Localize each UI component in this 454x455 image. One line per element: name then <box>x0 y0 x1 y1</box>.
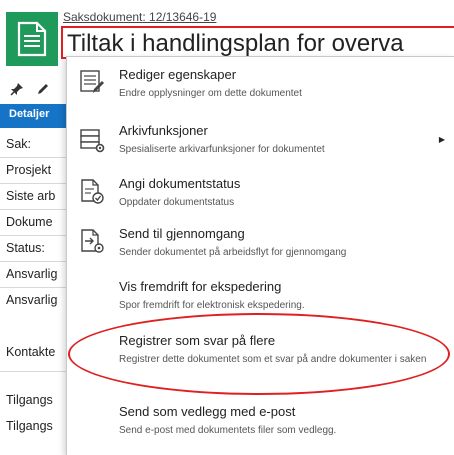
document-title-box: Tiltak i handlingsplan for overva <box>61 26 454 59</box>
field-label-responsible-1: Ansvarlig <box>0 262 66 288</box>
archive-functions-icon <box>79 127 105 153</box>
menu-item-description: Sender dokumentet på arbeidsflyt for gje… <box>119 247 347 258</box>
menu-item-description: Send e-post med dokumentets filer som ve… <box>119 425 337 436</box>
field-label-project: Prosjekt <box>0 158 66 184</box>
document-icon <box>6 12 58 66</box>
menu-item-description: Oppdater dokumentstatus <box>119 197 235 208</box>
menu-item-label: Registrer som svar på flere <box>119 333 276 348</box>
field-label-status: Status: <box>0 236 66 262</box>
document-title: Tiltak i handlingsplan for overva <box>67 30 404 57</box>
menu-item-description: Spesialiserte arkivarfunksjoner for doku… <box>119 144 325 155</box>
pin-icon[interactable] <box>10 82 24 99</box>
field-label-last-work: Siste arb <box>0 184 66 210</box>
context-menu: Rediger egenskaper Endre opplysninger om… <box>66 56 454 455</box>
field-label-contacts: Kontakte <box>0 332 66 372</box>
menu-item-send-for-review[interactable]: Send til gjennomgang Sender dokumentet p… <box>67 224 454 268</box>
menu-item-description: Registrer dette dokumentet som et svar p… <box>119 354 427 365</box>
field-label-document: Dokume <box>0 210 66 236</box>
document-toolbar <box>10 80 65 100</box>
field-label-case: Sak: <box>0 132 66 158</box>
field-label-responsible-2: Ansvarlig <box>6 293 58 307</box>
menu-item-set-document-status[interactable]: Angi dokumentstatus Oppdater dokumentsta… <box>67 174 454 218</box>
menu-item-label: Send som vedlegg med e-post <box>119 404 296 419</box>
menu-item-edit-properties[interactable]: Rediger egenskaper Endre opplysninger om… <box>67 65 454 109</box>
menu-item-label: Vis fremdrift for ekspedering <box>119 279 282 294</box>
edit-properties-icon <box>79 69 105 95</box>
menu-item-label: Angi dokumentstatus <box>119 176 241 191</box>
field-label-access-1: Tilgangs <box>6 393 53 407</box>
tab-underline <box>0 126 66 128</box>
document-number[interactable]: Saksdokument: 12/13646-19 <box>63 10 216 24</box>
menu-item-send-as-email-attachment[interactable]: Send som vedlegg med e-post Send e-post … <box>67 402 454 446</box>
menu-item-label: Rediger egenskaper <box>119 67 237 82</box>
menu-item-label: Arkivfunksjoner <box>119 123 208 138</box>
field-label-access-2: Tilgangs <box>6 419 53 433</box>
send-review-icon <box>79 228 105 254</box>
document-status-icon <box>79 178 105 204</box>
tab-details[interactable]: Detaljer <box>0 104 66 126</box>
menu-item-register-as-reply[interactable]: Registrer som svar på flere Registrer de… <box>67 331 454 391</box>
menu-item-track-dispatch-progress[interactable]: Vis fremdrift for ekspedering Spor fremd… <box>67 277 454 321</box>
edit-icon[interactable] <box>36 82 50 99</box>
menu-item-archive-functions[interactable]: Arkivfunksjoner Spesialiserte arkivarfun… <box>67 121 454 165</box>
submenu-arrow-icon: ▶ <box>438 135 445 144</box>
menu-item-description: Endre opplysninger om dette dokumentet <box>119 88 302 99</box>
menu-item-description: Spor fremdrift for elektronisk ekspederi… <box>119 300 305 311</box>
menu-item-label: Send til gjennomgang <box>119 226 245 241</box>
